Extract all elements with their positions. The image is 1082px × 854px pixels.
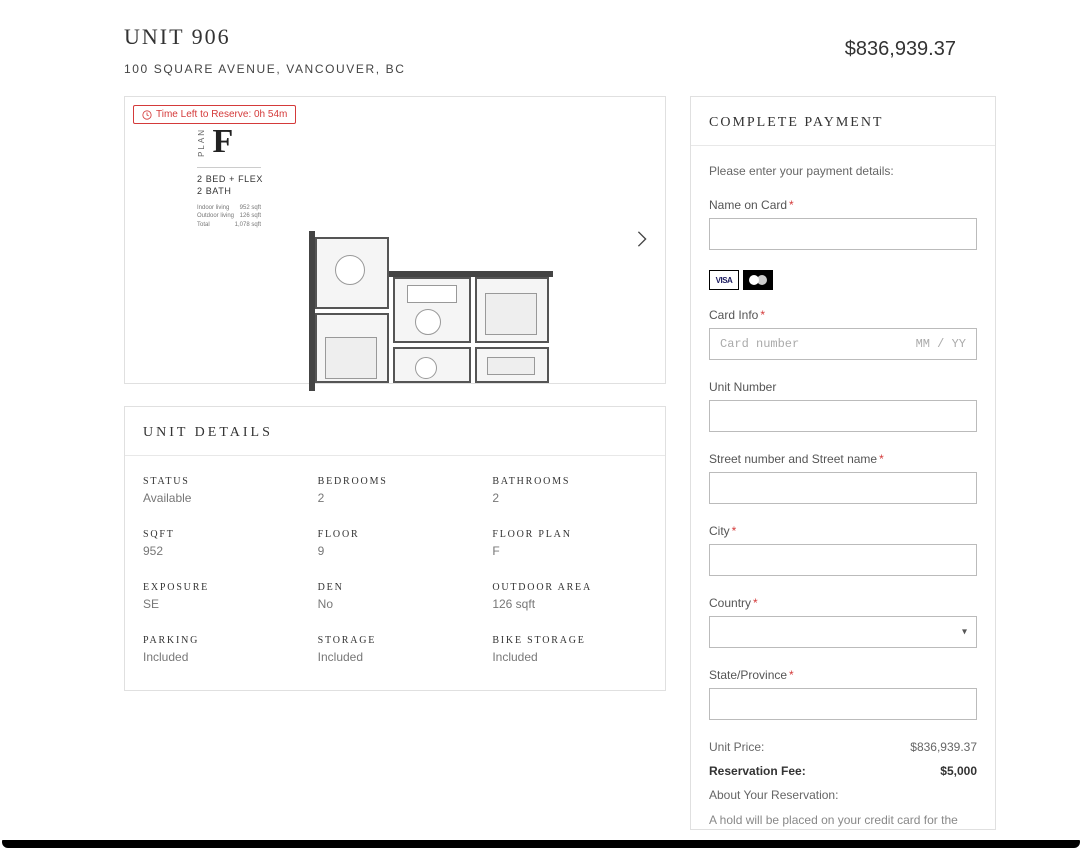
input-state[interactable]	[709, 688, 977, 720]
select-country[interactable]	[709, 616, 977, 648]
carousel-next-button[interactable]	[633, 230, 653, 250]
plan-beds: 2 BED + FLEX	[197, 174, 263, 184]
unit-details-title: UNIT DETAILS	[143, 425, 647, 441]
unit-details-card: UNIT DETAILS STATUSAvailable BEDROOMS2 B…	[124, 406, 666, 691]
plan-letter: F	[212, 123, 231, 160]
detail-floor: FLOOR9	[318, 529, 473, 558]
detail-bedrooms: BEDROOMS2	[318, 476, 473, 505]
input-unit-number[interactable]	[709, 400, 977, 432]
mastercard-icon	[743, 270, 773, 290]
detail-den: DENNo	[318, 582, 473, 611]
plan-baths: 2 BATH	[197, 186, 263, 196]
label-city: City*	[709, 524, 977, 538]
plan-side-label: PLAN	[197, 128, 206, 157]
detail-outdoor: OUTDOOR AREA126 sqft	[492, 582, 647, 611]
field-name-on-card: Name on Card*	[709, 198, 977, 250]
about-reservation-title: About Your Reservation:	[709, 788, 977, 802]
label-unit-number: Unit Number	[709, 380, 977, 394]
reservation-timer: Time Left to Reserve: 0h 54m	[133, 105, 296, 124]
detail-storage: STORAGEIncluded	[318, 635, 473, 664]
field-state: State/Province*	[709, 668, 977, 720]
unit-address: 100 SQUARE AVENUE, VANCOUVER, BC	[124, 62, 845, 76]
label-name-on-card: Name on Card*	[709, 198, 977, 212]
card-brand-icons: VISA	[709, 270, 977, 290]
detail-exposure: EXPOSURESE	[143, 582, 298, 611]
summary-unit-price: Unit Price: $836,939.37	[709, 740, 977, 754]
detail-bathrooms: BATHROOMS2	[492, 476, 647, 505]
payment-card: COMPLETE PAYMENT Please enter your payme…	[690, 96, 996, 830]
plan-specs: Indoor living952 sqft Outdoor living126 …	[197, 204, 263, 229]
input-name-on-card[interactable]	[709, 218, 977, 250]
input-card-number[interactable]	[720, 337, 906, 351]
field-card-info: Card Info*	[709, 308, 977, 360]
chevron-right-icon	[633, 230, 651, 248]
detail-floorplan: FLOOR PLANF	[492, 529, 647, 558]
field-street: Street number and Street name*	[709, 452, 977, 504]
label-state: State/Province*	[709, 668, 977, 682]
payment-intro: Please enter your payment details:	[709, 164, 977, 178]
detail-sqft: SQFT952	[143, 529, 298, 558]
payment-title: COMPLETE PAYMENT	[709, 115, 977, 131]
input-card-expiry[interactable]	[906, 337, 966, 351]
field-unit-number: Unit Number	[709, 380, 977, 432]
about-reservation-text: A hold will be placed on your credit car…	[709, 812, 977, 829]
input-street[interactable]	[709, 472, 977, 504]
field-city: City*	[709, 524, 977, 576]
header: UNIT 906 100 SQUARE AVENUE, VANCOUVER, B…	[26, 24, 1056, 76]
label-card-info: Card Info*	[709, 308, 977, 322]
card-input-row	[709, 328, 977, 360]
field-country: Country*	[709, 596, 977, 648]
detail-status: STATUSAvailable	[143, 476, 298, 505]
unit-details-grid: STATUSAvailable BEDROOMS2 BATHROOMS2 SQF…	[125, 456, 665, 690]
timer-text: Time Left to Reserve: 0h 54m	[156, 109, 287, 120]
plan-label-block: PLAN F 2 BED + FLEX 2 BATH Indoor living…	[197, 123, 263, 229]
unit-title: UNIT 906	[124, 24, 845, 50]
label-country: Country*	[709, 596, 977, 610]
summary-reservation-fee: Reservation Fee: $5,000	[709, 764, 977, 778]
label-street: Street number and Street name*	[709, 452, 977, 466]
unit-price: $836,939.37	[845, 38, 956, 61]
input-city[interactable]	[709, 544, 977, 576]
detail-bikestorage: BIKE STORAGEIncluded	[492, 635, 647, 664]
floorplan-image	[315, 237, 565, 382]
visa-icon: VISA	[709, 270, 739, 290]
payment-summary: Unit Price: $836,939.37 Reservation Fee:…	[709, 740, 977, 829]
detail-parking: PARKINGIncluded	[143, 635, 298, 664]
clock-icon	[142, 110, 152, 120]
floorplan-card: Time Left to Reserve: 0h 54m PLAN F 2 BE…	[124, 96, 666, 384]
